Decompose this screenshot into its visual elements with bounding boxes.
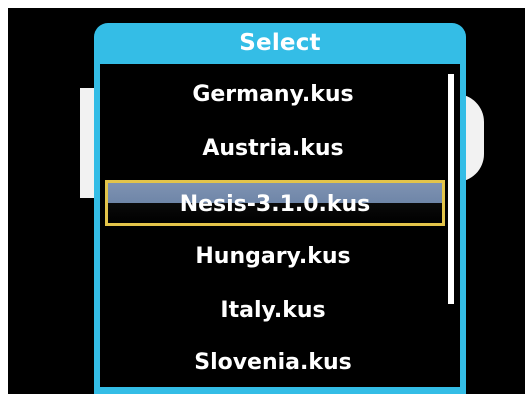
select-dialog: Select Germany.kus Austria.kus Nesis-3.1…	[94, 23, 466, 394]
dialog-title: Select	[239, 30, 321, 56]
list-item-nesis-selected[interactable]: Nesis-3.1.0.kus	[105, 180, 445, 226]
scrollbar[interactable]	[448, 74, 454, 377]
list-item-hungary[interactable]: Hungary.kus	[100, 232, 446, 282]
list-item-slovenia[interactable]: Slovenia.kus	[100, 338, 446, 388]
list-item-germany[interactable]: Germany.kus	[100, 70, 446, 120]
file-list[interactable]: Germany.kus Austria.kus Nesis-3.1.0.kus …	[100, 64, 460, 387]
scrollbar-thumb[interactable]	[448, 74, 454, 304]
list-item-austria[interactable]: Austria.kus	[100, 124, 446, 174]
device-screen: Select Germany.kus Austria.kus Nesis-3.1…	[8, 8, 525, 394]
list-item-italy[interactable]: Italy.kus	[100, 286, 446, 336]
